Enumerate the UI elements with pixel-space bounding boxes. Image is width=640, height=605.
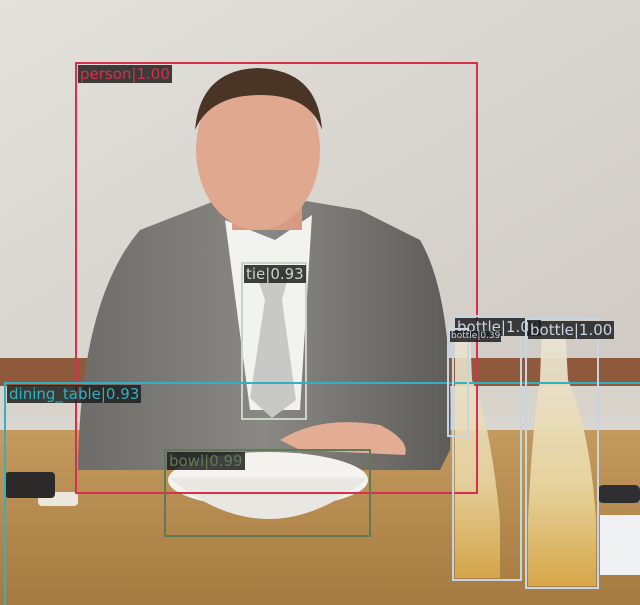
- bbox-dining-table-label: dining_table|0.93: [7, 385, 142, 403]
- bbox-bottle-3-label: bottle|1.00: [528, 321, 615, 339]
- bbox-bottle-2-label: bottle|0.39: [450, 331, 502, 342]
- bbox-bottle-2: bottle|0.39: [447, 328, 502, 437]
- bbox-person-label: person|1.00: [78, 65, 172, 83]
- bbox-bottle-3: bottle|1.00: [525, 318, 615, 589]
- detection-scene: person|1.00 tie|0.93 dining_table|0.93 b…: [0, 0, 640, 605]
- bbox-bowl: bowl|0.99: [164, 449, 371, 537]
- bbox-bowl-label: bowl|0.99: [167, 452, 245, 470]
- bbox-tie-label: tie|0.93: [244, 265, 306, 283]
